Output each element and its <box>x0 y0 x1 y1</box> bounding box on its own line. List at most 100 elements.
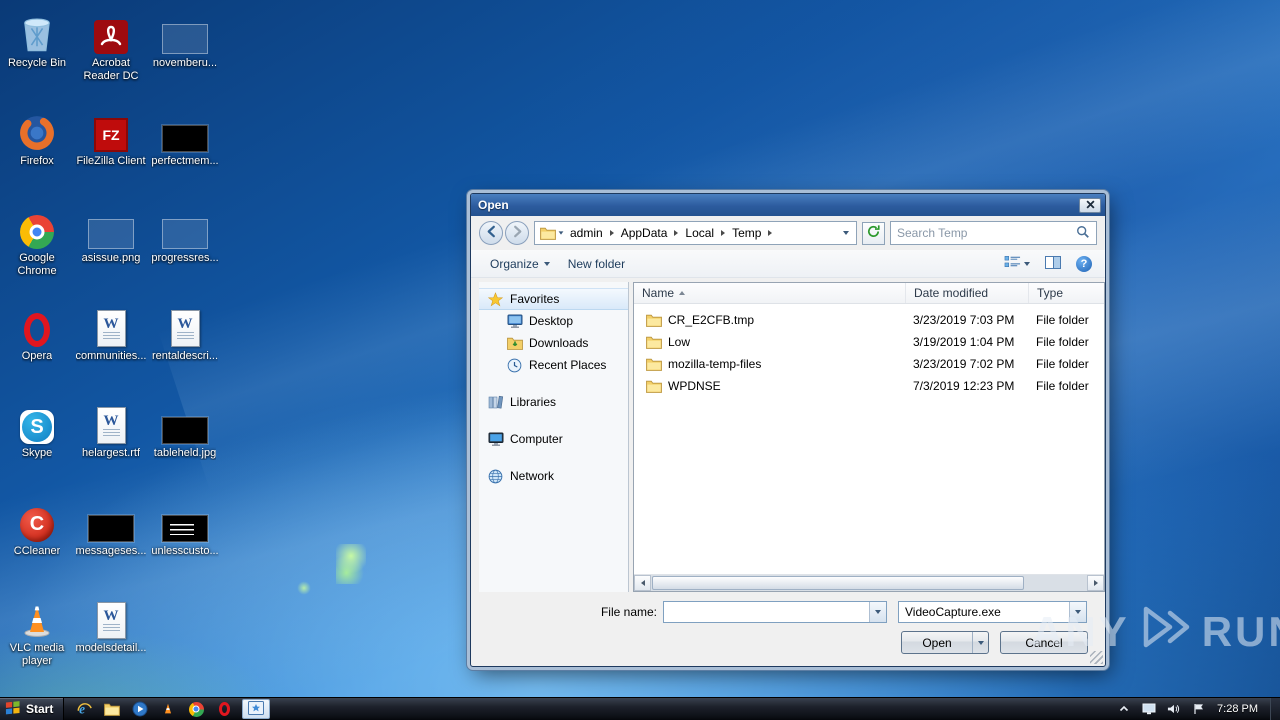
sidebar-item-recent-places[interactable]: Recent Places <box>479 354 628 376</box>
desktop-icon-google-chrome[interactable]: Google Chrome <box>1 201 73 297</box>
views-button[interactable] <box>1001 253 1033 274</box>
desktop-icon-skype[interactable]: S Skype <box>1 396 73 492</box>
desktop-icon-perfectmem[interactable]: perfectmem... <box>149 104 221 200</box>
breadcrumb[interactable]: admin AppData Local Temp <box>534 221 857 245</box>
chevron-right-icon[interactable] <box>768 230 773 236</box>
chrome-icon <box>20 201 54 249</box>
horizontal-scrollbar[interactable] <box>634 574 1104 591</box>
desktop-icon-messageses[interactable]: messageses... <box>75 494 147 590</box>
scroll-left-button[interactable] <box>634 575 651 591</box>
desktop-icon-rentaldescri[interactable]: W rentaldescri... <box>149 299 221 395</box>
new-folder-button[interactable]: New folder <box>559 254 634 274</box>
desktop-icon-label: unlesscusto... <box>151 544 219 557</box>
file-row-low[interactable]: Low 3/19/2019 1:04 PM File folder <box>634 331 1104 353</box>
tray-icon-flag[interactable] <box>1190 703 1207 715</box>
taskbar-icon-vlc-mini[interactable] <box>156 699 180 719</box>
desktop-icon-communities[interactable]: W communities... <box>75 299 147 395</box>
sidebar-item-computer[interactable]: Computer <box>479 428 628 450</box>
file-name-input[interactable] <box>664 602 869 622</box>
desktop-icon-modelsdetail[interactable]: W modelsdetail... <box>75 591 147 687</box>
file-name-dropdown-button[interactable] <box>869 602 886 622</box>
desktop-icon-ccleaner[interactable]: C CCleaner <box>1 494 73 590</box>
file-row-mozilla-temp-files[interactable]: mozilla-temp-files 3/23/2019 7:02 PM Fil… <box>634 353 1104 375</box>
open-button[interactable]: Open <box>902 632 973 653</box>
file-name-label: File name: <box>600 605 657 619</box>
forward-button[interactable] <box>505 221 529 245</box>
breadcrumb-item-local[interactable]: Local <box>681 222 728 244</box>
desktop-icon-helargest-rtf[interactable]: W helargest.rtf <box>75 396 147 492</box>
breadcrumb-label: Temp <box>732 226 762 240</box>
file-type-dropdown-button[interactable] <box>1069 602 1086 622</box>
command-bar: Organize New folder ? <box>471 250 1105 278</box>
breadcrumb-item-admin[interactable]: admin <box>566 222 617 244</box>
file-row-cr-e2cfb-tmp[interactable]: CR_E2CFB.tmp 3/23/2019 7:03 PM File fold… <box>634 309 1104 331</box>
tray-icon-chevron-up[interactable] <box>1115 705 1132 713</box>
close-button[interactable] <box>1079 197 1101 213</box>
tray-icon-display-tray[interactable] <box>1140 703 1157 715</box>
taskbar-icon-ie[interactable]: e <box>72 699 96 719</box>
desktop-icon-unlesscusto[interactable]: unlesscusto... <box>149 494 221 590</box>
taskbar-icon-wmp[interactable] <box>128 699 152 719</box>
sidebar-item-desktop[interactable]: Desktop <box>479 310 628 332</box>
desktop-icon-vlc-media-player[interactable]: VLC media player <box>1 591 73 687</box>
desktop-icon-acrobat-reader-dc[interactable]: Acrobat Reader DC <box>75 6 147 102</box>
chevron-down-icon[interactable] <box>558 231 564 235</box>
breadcrumb-item-appdata[interactable]: AppData <box>617 222 682 244</box>
column-header-name[interactable]: Name <box>634 283 906 303</box>
show-desktop-button[interactable] <box>1270 698 1280 720</box>
column-header-label: Date modified <box>914 286 989 300</box>
sidebar-item-network[interactable]: Network <box>479 465 628 487</box>
chevron-up-icon <box>1115 705 1132 713</box>
sidebar-item-libraries[interactable]: Libraries <box>479 391 628 413</box>
search-button[interactable] <box>1072 223 1094 243</box>
sidebar-items: Favorites Desktop Downloads Recent Place… <box>479 288 628 487</box>
chevron-right-icon[interactable] <box>721 230 726 236</box>
column-header-label: Type <box>1037 286 1064 300</box>
preview-pane-button[interactable] <box>1042 254 1064 274</box>
ghost-icon <box>162 6 208 54</box>
clock[interactable]: 7:28 PM <box>1211 703 1266 715</box>
desktop-icon-filezilla-client[interactable]: FZ FileZilla Client <box>75 104 147 200</box>
desktop-icon-asissue-png[interactable]: asissue.png <box>75 201 147 297</box>
scrollbar-track[interactable] <box>651 575 1087 591</box>
breadcrumb-item-temp[interactable]: Temp <box>728 222 775 244</box>
chevron-down-icon <box>543 261 550 266</box>
desktop-icon-progressres[interactable]: progressres... <box>149 201 221 297</box>
organize-button[interactable]: Organize <box>481 254 559 274</box>
chevron-right-icon[interactable] <box>609 230 614 236</box>
cancel-button[interactable]: Cancel <box>1000 631 1088 654</box>
desktop-icon-recycle-bin[interactable]: Recycle Bin <box>1 6 73 102</box>
taskbar-icon-folder[interactable] <box>100 699 124 719</box>
desktop-icon-tableheld-jpg[interactable]: tableheld.jpg <box>149 396 221 492</box>
desktop-icon-firefox[interactable]: Firefox <box>1 104 73 200</box>
search-input[interactable] <box>897 226 1072 240</box>
sidebar-item-downloads[interactable]: Downloads <box>479 332 628 354</box>
taskbar-icon-opera-mini[interactable] <box>212 699 236 719</box>
scroll-right-button[interactable] <box>1087 575 1104 591</box>
chevron-right-icon[interactable] <box>674 230 679 236</box>
sidebar-item-favorites[interactable]: Favorites <box>479 288 628 310</box>
column-header-date-modified[interactable]: Date modified <box>906 283 1029 303</box>
desktop-icon-novemberu[interactable]: novemberu... <box>149 6 221 102</box>
resize-grip[interactable] <box>1090 651 1103 664</box>
back-button[interactable] <box>479 221 503 245</box>
desktop-mini-icon <box>506 314 523 328</box>
refresh-button[interactable] <box>862 221 885 245</box>
display-tray-icon <box>1140 703 1157 715</box>
taskbar-icon-chrome-mini[interactable] <box>184 699 208 719</box>
active-taskbar-button[interactable] <box>242 699 271 719</box>
tray-icons <box>1115 703 1207 715</box>
column-header-type[interactable]: Type <box>1029 283 1104 303</box>
open-dropdown-button[interactable] <box>973 632 988 653</box>
tray-icon-volume[interactable] <box>1165 703 1182 715</box>
file-type-combobox[interactable]: VideoCapture.exe <box>898 601 1087 623</box>
desktop-icon-opera[interactable]: Opera <box>1 299 73 395</box>
file-date-text: 7/3/2019 12:23 PM <box>913 379 1015 393</box>
file-row-wpdnse[interactable]: WPDNSE 7/3/2019 12:23 PM File folder <box>634 375 1104 397</box>
start-button[interactable]: Start <box>0 698 65 720</box>
scrollbar-thumb[interactable] <box>652 576 1024 590</box>
chevron-down-icon[interactable] <box>843 231 849 235</box>
recycle-bin-icon <box>19 6 55 54</box>
dialog-titlebar[interactable]: Open <box>471 194 1105 216</box>
help-button[interactable]: ? <box>1073 254 1095 274</box>
